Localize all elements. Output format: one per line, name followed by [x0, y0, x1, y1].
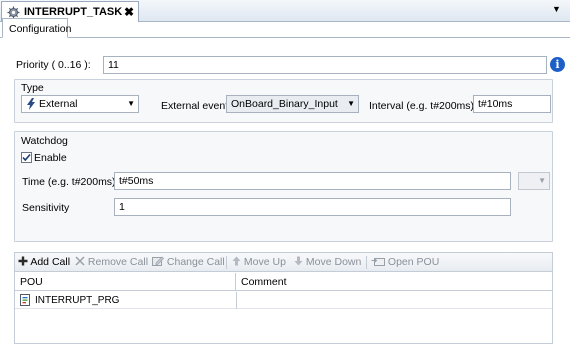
- column-header-pou[interactable]: POU: [15, 273, 236, 291]
- priority-label: Priority ( 0..16 ):: [16, 59, 91, 71]
- move-down-button[interactable]: Move Down: [294, 256, 361, 268]
- time-unit-combobox[interactable]: ▼: [518, 172, 550, 190]
- priority-input[interactable]: 11: [103, 56, 547, 74]
- table-row[interactable]: INTERRUPT_PRG: [15, 292, 552, 309]
- arrow-up-icon: [232, 256, 241, 266]
- interval-input[interactable]: t#10ms: [473, 95, 551, 113]
- lightning-icon: [27, 98, 35, 110]
- program-pou-icon: [20, 294, 30, 306]
- type-group-title: Type: [21, 82, 44, 94]
- chevron-down-icon: ▼: [347, 99, 355, 108]
- external-event-combobox[interactable]: OnBoard_Binary_Input ▼: [226, 95, 359, 113]
- remove-call-label: Remove Call: [87, 256, 149, 268]
- move-up-label: Move Up: [243, 256, 286, 268]
- move-down-label: Move Down: [305, 256, 362, 268]
- subtab-bar: [0, 22, 570, 38]
- call-toolbar: Add Call Remove Call Change Call Move Up…: [14, 252, 553, 272]
- call-table: POU Comment INTERRUPT_PRG: [14, 272, 553, 344]
- sensitivity-label: Sensitivity: [22, 202, 70, 214]
- external-event-label: External event: [161, 100, 229, 112]
- change-call-button[interactable]: Change Call: [152, 256, 225, 268]
- close-tab-icon[interactable]: ✖: [124, 5, 134, 19]
- watchdog-time-value: t#50ms: [119, 175, 154, 187]
- move-up-button[interactable]: Move Up: [232, 256, 286, 268]
- enable-checkbox[interactable]: [21, 152, 32, 163]
- sensitivity-input[interactable]: 1: [114, 198, 511, 216]
- column-header-comment[interactable]: Comment: [236, 273, 552, 291]
- enable-label: Enable: [34, 152, 67, 164]
- info-icon[interactable]: i: [550, 57, 565, 72]
- tab-list-dropdown-icon[interactable]: ▼: [552, 4, 561, 14]
- interval-value: t#10ms: [478, 98, 513, 110]
- edit-icon: [152, 256, 164, 266]
- tab-configuration-label: Configuration: [9, 23, 72, 35]
- type-combobox[interactable]: External ▼: [21, 95, 139, 113]
- type-value: External: [39, 98, 78, 110]
- watchdog-group-title: Watchdog: [21, 135, 68, 147]
- external-event-value: OnBoard_Binary_Input: [231, 98, 338, 110]
- chevron-down-icon: ▼: [127, 99, 135, 108]
- checkmark-icon: [22, 153, 31, 162]
- sensitivity-value: 1: [119, 201, 125, 213]
- cell-divider: [236, 292, 237, 309]
- open-pou-button[interactable]: Open POU: [371, 256, 439, 268]
- cross-icon: [75, 256, 85, 266]
- toolbar-separator: [226, 256, 227, 269]
- watchdog-time-label: Time (e.g. t#200ms): [22, 176, 116, 188]
- toolbar-separator: [366, 256, 367, 269]
- chevron-down-icon: ▼: [538, 176, 546, 185]
- document-tab-title: INTERRUPT_TASK: [24, 6, 123, 18]
- priority-value: 11: [108, 59, 119, 71]
- remove-call-button[interactable]: Remove Call: [75, 256, 148, 268]
- open-pou-icon: [371, 258, 385, 266]
- add-call-button[interactable]: Add Call: [18, 256, 70, 268]
- tab-configuration[interactable]: Configuration: [2, 18, 72, 38]
- plus-icon: [18, 256, 28, 266]
- change-call-label: Change Call: [166, 256, 225, 268]
- row-pou-cell: INTERRUPT_PRG: [35, 295, 120, 306]
- arrow-down-icon: [294, 256, 303, 266]
- add-call-label: Add Call: [30, 256, 71, 268]
- interval-label: Interval (e.g. t#200ms): [369, 100, 475, 112]
- open-pou-label: Open POU: [387, 256, 440, 268]
- watchdog-time-input[interactable]: t#50ms: [114, 172, 511, 190]
